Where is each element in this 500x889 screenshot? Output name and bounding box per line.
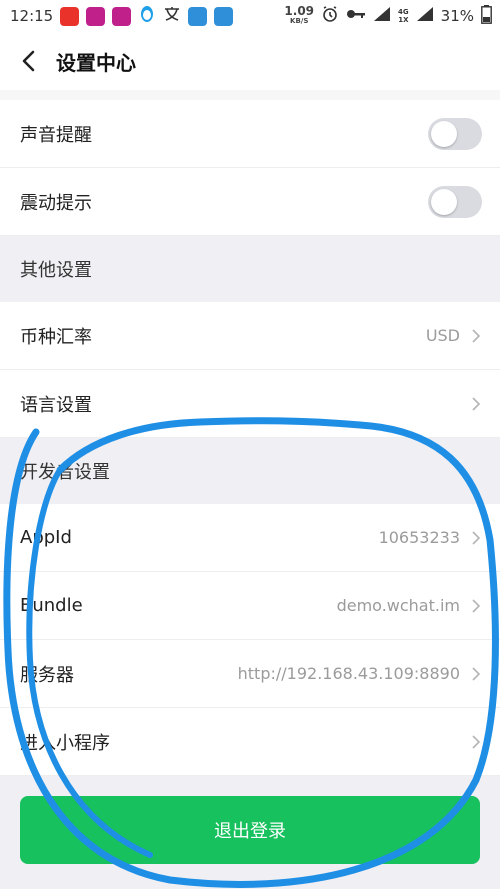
chevron-right-icon [472, 734, 481, 749]
appid-label: AppId [20, 527, 72, 548]
other-settings-header: 其他设置 [0, 236, 500, 302]
mini-program-row[interactable]: 进入小程序 [0, 708, 500, 776]
appid-value: 10653233 [378, 528, 460, 547]
vibration-label: 震动提示 [20, 192, 92, 214]
qq-icon [138, 5, 156, 28]
bundle-value: demo.wchat.im [336, 596, 460, 615]
status-right: 1.09 KB/S 4G 1X 31% [284, 4, 492, 28]
chevron-right-icon [472, 666, 481, 681]
youku-icon [86, 6, 106, 26]
status-time: 12:15 [10, 7, 54, 25]
signal-icon [373, 6, 391, 26]
translate-icon [163, 5, 181, 27]
network-type: 4G 1X [398, 8, 409, 24]
status-bar: 12:15 1.09 KB/S 4G 1X 31% [0, 0, 500, 32]
hotspot-icon [214, 6, 234, 26]
alarm-icon [321, 5, 339, 27]
developer-settings-header: 开发者设置 [0, 438, 500, 504]
hotspot-icon [188, 6, 208, 26]
youku-icon [112, 6, 132, 26]
bundle-label: Bundle [20, 595, 83, 616]
chevron-right-icon [472, 530, 481, 545]
nav-bar: 设置中心 [0, 32, 500, 90]
weibo-icon [60, 6, 80, 26]
language-label: 语言设置 [20, 394, 92, 416]
nav-divider [0, 90, 500, 100]
battery-icon [481, 4, 492, 28]
network-type-top: 4G [398, 8, 409, 16]
sound-alert-toggle[interactable] [428, 117, 482, 150]
chevron-right-icon [472, 328, 481, 343]
chevron-left-icon [22, 50, 35, 72]
chevron-right-icon [472, 396, 481, 411]
currency-row[interactable]: 币种汇率 USD [0, 302, 500, 370]
language-row[interactable]: 语言设置 [0, 370, 500, 438]
vibration-row: 震动提示 [0, 168, 500, 236]
network-type-bottom: 1X [398, 16, 409, 24]
mini-program-label: 进入小程序 [20, 732, 110, 754]
server-label: 服务器 [20, 664, 74, 686]
key-icon [346, 7, 366, 25]
battery-percent: 31% [440, 7, 474, 25]
net-speed: 1.09 KB/S [284, 4, 315, 26]
toggle-knob [431, 120, 457, 147]
vibration-toggle[interactable] [428, 185, 482, 218]
signal-icon [416, 6, 434, 26]
bundle-row[interactable]: Bundle demo.wchat.im [0, 572, 500, 640]
logout-section: 退出登录 [0, 776, 500, 884]
status-left: 12:15 [10, 5, 234, 28]
sound-alert-row: 声音提醒 [0, 100, 500, 168]
back-button[interactable] [16, 49, 40, 73]
server-value: http://192.168.43.109:8890 [237, 664, 460, 683]
page-title: 设置中心 [56, 50, 136, 75]
logout-button[interactable]: 退出登录 [20, 796, 480, 864]
toggle-knob [431, 188, 457, 215]
appid-row[interactable]: AppId 10653233 [0, 504, 500, 572]
sound-alert-label: 声音提醒 [20, 124, 92, 146]
chevron-right-icon [472, 598, 481, 613]
currency-value: USD [425, 326, 460, 345]
net-speed-value: 1.09 [284, 4, 315, 18]
server-row[interactable]: 服务器 http://192.168.43.109:8890 [0, 640, 500, 708]
currency-label: 币种汇率 [20, 326, 92, 348]
